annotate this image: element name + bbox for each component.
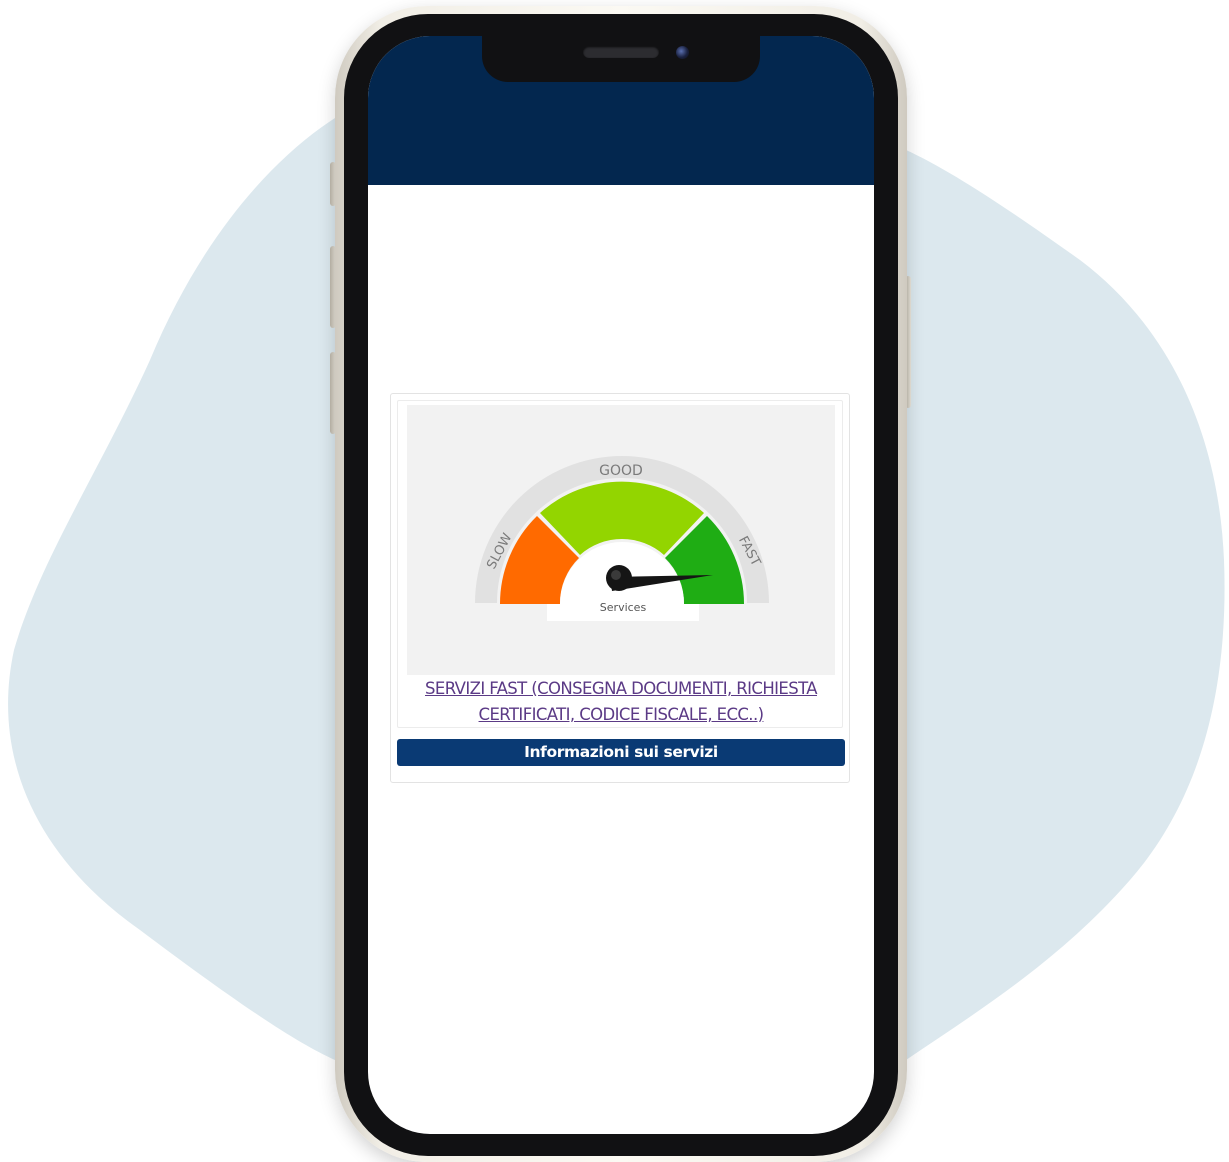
gauge-needle-hub-highlight — [611, 570, 621, 580]
speaker-grille — [583, 46, 659, 58]
info-services-button[interactable]: Informazioni sui servizi — [397, 739, 845, 766]
service-link[interactable]: SERVIZI FAST (CONSEGNA DOCUMENTI, RICHIE… — [398, 676, 844, 728]
speedometer-icon: GOOD SLOW FAST Services — [475, 456, 769, 621]
speedometer-image[interactable]: GOOD SLOW FAST Services — [407, 405, 835, 675]
front-camera — [676, 46, 689, 59]
marketing-stage: GOOD SLOW FAST Services SERVIZI FAST (CO… — [0, 0, 1229, 1162]
gauge-center-label: Services — [600, 601, 647, 614]
gauge-label-good: GOOD — [599, 463, 643, 479]
